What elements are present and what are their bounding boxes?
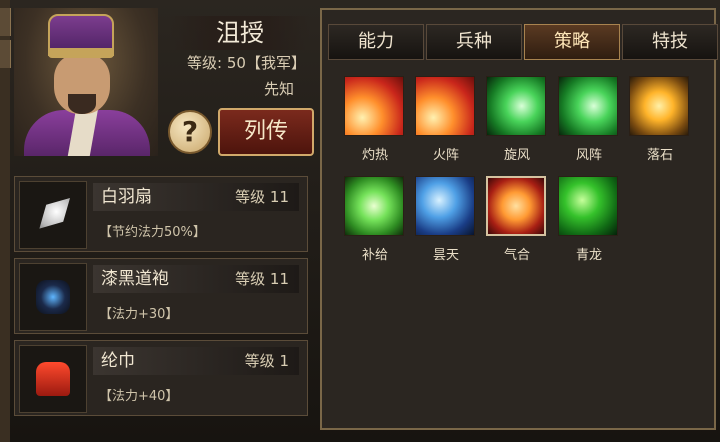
equipment-slot-2[interactable]: 漆黑道袍 等级 11 【法力+30】: [14, 258, 308, 334]
equipment-title-bar: 漆黑道袍 等级 11: [93, 265, 299, 293]
equipment-slot-3[interactable]: 纶巾 等级 1 【法力+40】: [14, 340, 308, 416]
equipment-effect: 【法力+40】: [99, 389, 179, 404]
character-portrait: [14, 8, 158, 156]
detail-panel: 能力 兵种 策略 特技 灼热 火阵 旋风 风阵 落石 补给 昙天 气合 青龙: [320, 8, 718, 430]
skill-fengzhen[interactable]: 风阵: [558, 76, 620, 163]
equipment-level-value: 11: [269, 188, 289, 206]
equipment-slot-1[interactable]: 白羽扇 等级 11 【节约法力50%】: [14, 176, 308, 252]
affiliation: 【我军】: [245, 54, 306, 72]
equipment-name: 白羽扇: [101, 187, 152, 207]
skill-label: 气合: [503, 248, 530, 263]
equipment-title-bar: 白羽扇 等级 11: [93, 183, 299, 211]
skill-tantian[interactable]: 昙天: [415, 176, 477, 263]
skill-label: 旋风: [503, 148, 530, 163]
character-level: 等级: 50【我军】: [164, 52, 306, 73]
red-cap-icon: [36, 362, 70, 396]
tab-strategy[interactable]: 策略: [524, 24, 620, 60]
skill-luoshi[interactable]: 落石: [629, 76, 691, 163]
qi-icon: [486, 176, 546, 236]
fire-icon: [344, 76, 404, 136]
tab-ability[interactable]: 能力: [328, 24, 424, 60]
skill-label: 风阵: [575, 148, 602, 163]
rock-icon: [629, 76, 689, 136]
wind-icon: [558, 76, 618, 136]
equipment-name: 纶巾: [101, 351, 135, 371]
level-label: 等级:: [187, 54, 223, 72]
equipment-level-label: 等级: [235, 270, 266, 288]
portrait-hat-band: [48, 48, 114, 56]
heal-icon: [344, 176, 404, 236]
left-edge-tab[interactable]: [0, 8, 11, 36]
equipment-level-label: 等级: [244, 352, 275, 370]
help-button[interactable]: ?: [168, 110, 212, 154]
skill-label: 落石: [646, 148, 673, 163]
equipment-level: 等级 1: [245, 347, 289, 375]
equipment-level-value: 1: [279, 352, 289, 370]
fire-icon: [415, 76, 475, 136]
equipment-title-bar: 纶巾 等级 1: [93, 347, 299, 375]
skill-huozhen[interactable]: 火阵: [415, 76, 477, 163]
level-value: 50: [226, 54, 246, 72]
skill-zhuore[interactable]: 灼热: [344, 76, 406, 163]
equipment-icon-frame: [19, 181, 87, 249]
skill-qinglong[interactable]: 青龙: [558, 176, 620, 263]
tab-troop-type[interactable]: 兵种: [426, 24, 522, 60]
skill-xuanfeng[interactable]: 旋风: [486, 76, 548, 163]
lightning-icon: [415, 176, 475, 236]
equipment-level: 等级 11: [235, 183, 289, 211]
equipment-level-label: 等级: [235, 188, 266, 206]
equipment-effect: 【法力+30】: [99, 307, 179, 322]
skill-label: 补给: [361, 248, 388, 263]
equipment-level: 等级 11: [235, 265, 289, 293]
equipment-name: 漆黑道袍: [101, 269, 169, 289]
skill-label: 火阵: [432, 148, 459, 163]
equipment-icon-frame: [19, 263, 87, 331]
dragon-icon: [558, 176, 618, 236]
wind-icon: [486, 76, 546, 136]
character-name: 沮授: [170, 16, 310, 50]
skill-label: 昙天: [432, 248, 459, 263]
left-edge-tab[interactable]: [0, 40, 11, 68]
skill-label: 灼热: [361, 148, 388, 163]
equipment-level-value: 11: [269, 270, 289, 288]
biography-button[interactable]: 列传: [218, 108, 314, 156]
skill-qihe[interactable]: 气合: [486, 176, 548, 263]
tab-special-skill[interactable]: 特技: [622, 24, 718, 60]
character-trait: 先知: [263, 80, 294, 98]
equipment-effect: 【节约法力50%】: [99, 225, 206, 240]
equipment-icon-frame: [19, 345, 87, 413]
dark-robe-icon: [36, 280, 70, 314]
portrait-beard: [68, 94, 96, 114]
feather-fan-icon: [39, 198, 70, 229]
skill-buji[interactable]: 补给: [344, 176, 406, 263]
skill-label: 青龙: [575, 248, 602, 263]
